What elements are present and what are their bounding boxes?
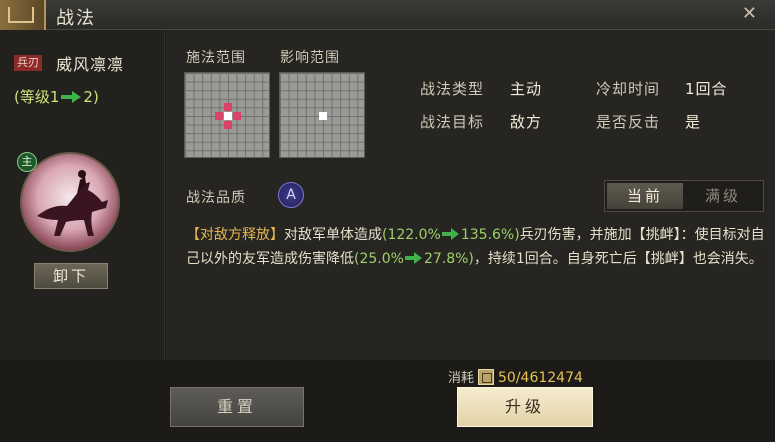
green-arrow-icon [61,91,82,103]
desc-text-1: 对敌军单体造成 [284,227,382,243]
cast-range-grid [184,72,270,158]
desc-value-2-to: 27.8%) [423,251,474,267]
skill-type-tag: 兵刃 [14,55,42,71]
ornament-icon [0,0,46,30]
tab-max-level[interactable]: 满级 [685,183,761,209]
reset-button[interactable]: 重置 [170,387,304,427]
quality-label: 战法品质 [186,190,246,206]
range-cell [215,112,223,120]
skill-name: 威风凛凛 [56,55,125,74]
close-icon[interactable]: ✕ [742,3,757,24]
counter-value: 是 [685,113,702,131]
target-cell [319,112,327,120]
main-skill-badge: 主 [17,152,37,172]
effect-range-label: 影响范围 [280,50,340,66]
desc-value-1-to: 135.6%) [460,227,520,243]
caster-cell [224,112,232,120]
resource-icon [478,369,495,385]
range-cell [224,121,232,129]
title-bar: 战法 ✕ [0,0,775,30]
upgrade-button[interactable]: 升级 [457,387,593,427]
desc-text-3: ，持续1回合。自身死亡后【挑衅】也会消失。 [473,251,763,267]
level-from: (等级1 [14,88,60,106]
skill-target-value: 敌方 [510,113,543,131]
green-arrow-icon [441,228,460,240]
skill-summary-panel: 兵刃 威风凛凛 (等级1 2) 主 卸下 [0,30,165,360]
counter-label: 是否反击 [596,113,661,131]
footer-bar: 重置 消耗 50/4612474 升级 [0,360,775,442]
desc-value-2-from: (25.0% [354,251,404,267]
skill-type-value: 主动 [510,80,543,98]
level-to: 2) [83,88,99,106]
skill-level: (等级1 2) [14,86,99,107]
range-cell [233,112,241,120]
desc-target-tag: 【对敌方释放】 [186,227,284,243]
cost-value: 50/4612474 [498,370,583,386]
level-toggle: 当前 满级 [604,180,764,212]
horse-rider-icon [37,170,108,236]
effect-range-grid [279,72,365,158]
unequip-button[interactable]: 卸下 [34,263,108,289]
tab-current[interactable]: 当前 [607,183,683,209]
cooldown-label: 冷却时间 [596,80,661,98]
quality-grade-icon: A [278,182,304,208]
range-cell [224,103,232,111]
cooldown-value: 1回合 [685,80,728,98]
cost-label: 消耗 [448,371,475,386]
skill-detail-panel: 施法范围 影响范围 战法类型 主动 冷却时间 1回合 战法目标 敌方 是否反击 … [166,30,775,360]
skill-description: 【对敌方释放】对敌军单体造成(122.0% 135.6%)兵刃伤害，并施加【挑衅】… [186,223,771,271]
cast-range-label: 施法范围 [186,50,246,66]
green-arrow-icon [404,252,423,264]
window-title: 战法 [56,8,96,29]
skill-type-label: 战法类型 [420,80,485,98]
skill-target-label: 战法目标 [420,113,485,131]
upgrade-cost: 消耗 50/4612474 [448,367,583,386]
desc-value-1-from: (122.0% [382,227,441,243]
